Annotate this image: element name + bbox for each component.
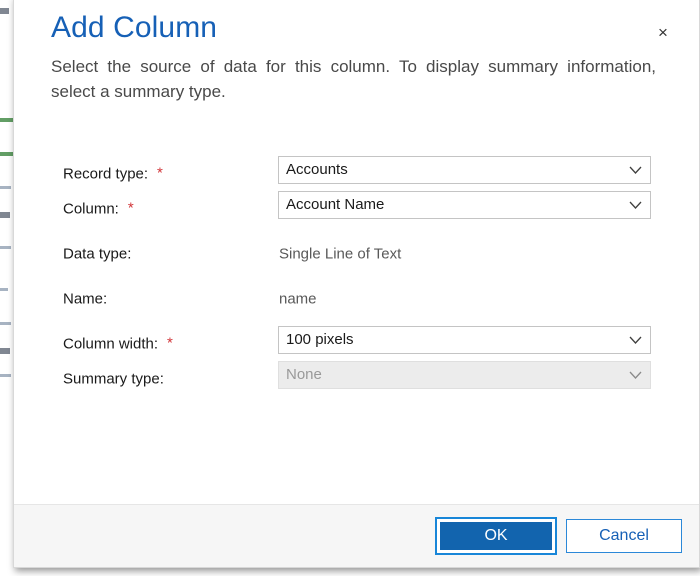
bg-decoration <box>0 374 11 377</box>
bg-decoration <box>0 322 11 325</box>
form-row-name: Name: name <box>14 281 699 316</box>
bg-decoration <box>0 348 10 354</box>
dialog-footer: OK Cancel <box>14 504 699 567</box>
required-asterisk: * <box>127 199 134 216</box>
bg-decoration <box>0 8 9 14</box>
required-asterisk: * <box>167 334 173 351</box>
form-row-column-width: Column width: * 100 pixels <box>14 326 699 361</box>
column-select[interactable]: Account Name <box>278 191 651 219</box>
required-asterisk: * <box>157 164 163 181</box>
bg-decoration <box>0 118 13 122</box>
field-column-width: 100 pixels <box>278 326 651 354</box>
label-data-type: Data type: <box>63 245 131 262</box>
close-icon[interactable]: × <box>648 19 678 45</box>
field-column: Account Name <box>278 191 651 219</box>
field-record-type: Accounts <box>278 156 651 184</box>
bg-decoration <box>0 212 10 218</box>
ok-button[interactable]: OK <box>435 517 557 555</box>
label-column: Column: * <box>63 199 134 217</box>
bg-decoration <box>0 288 8 291</box>
bg-decoration <box>0 186 11 189</box>
label-record-type: Record type: * <box>63 164 163 182</box>
column-width-select[interactable]: 100 pixels <box>278 326 651 354</box>
label-text: Summary type: <box>63 370 164 387</box>
add-column-form: Record type: * Accounts Column: * Accoun… <box>14 156 699 396</box>
name-value: name <box>279 290 317 307</box>
label-text: Column: <box>63 200 119 217</box>
label-text: Data type: <box>63 245 132 262</box>
add-column-dialog: × Add Column Select the source of data f… <box>13 0 700 568</box>
label-text: Name: <box>63 290 108 307</box>
record-type-select[interactable]: Accounts <box>278 156 651 184</box>
label-summary-type: Summary type: <box>63 370 164 387</box>
label-text: Record type: <box>63 165 149 182</box>
bg-decoration <box>0 152 13 156</box>
label-column-width: Column width: * <box>63 334 173 352</box>
page-title: Add Column <box>51 11 218 44</box>
form-row-column: Column: * Account Name <box>14 191 699 226</box>
bg-decoration <box>0 246 11 249</box>
label-text: Column width: <box>63 335 159 352</box>
background-page-sliver <box>0 0 14 576</box>
data-type-value: Single Line of Text <box>279 245 402 262</box>
cancel-button[interactable]: Cancel <box>566 519 682 553</box>
dialog-body: × Add Column Select the source of data f… <box>14 0 699 504</box>
form-row-record-type: Record type: * Accounts <box>14 156 699 191</box>
field-summary-type: None <box>278 361 651 389</box>
form-row-summary-type: Summary type: None <box>14 361 699 396</box>
summary-type-select: None <box>278 361 651 389</box>
form-row-data-type: Data type: Single Line of Text <box>14 236 699 271</box>
label-name: Name: <box>63 290 107 307</box>
dialog-description: Select the source of data for this colum… <box>51 57 656 101</box>
